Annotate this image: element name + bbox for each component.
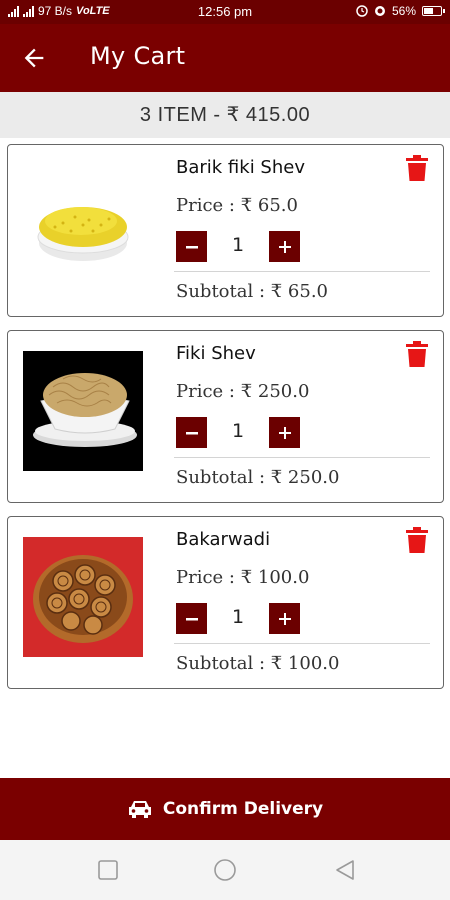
plus-icon [278, 240, 291, 253]
cart-item: Bakarwadi Price : ₹ 100.0 1 Subtotal : ₹… [7, 516, 444, 689]
product-image [23, 351, 143, 471]
product-price: Price : ₹ 250.0 [176, 381, 310, 402]
cart-item: Fiki Shev Price : ₹ 250.0 1 Subtotal : ₹… [7, 330, 444, 503]
product-price: Price : ₹ 100.0 [176, 567, 310, 588]
decrease-quantity-button[interactable] [176, 417, 207, 448]
minus-icon [185, 617, 198, 620]
divider [174, 271, 430, 272]
increase-quantity-button[interactable] [269, 603, 300, 634]
product-image [23, 165, 143, 285]
divider [174, 457, 430, 458]
trash-icon[interactable] [406, 341, 428, 367]
system-nav-bar [0, 840, 450, 900]
battery-icon [422, 6, 445, 16]
product-price: Price : ₹ 65.0 [176, 195, 298, 216]
status-right: 56% [356, 4, 445, 18]
status-bar: 97 B/s VoLTE 12:56 pm 56% [0, 0, 450, 24]
app-bar: My Cart [0, 24, 450, 92]
quantity-value: 1 [231, 420, 245, 442]
cart-item: Barik fiki Shev Price : ₹ 65.0 1 Subtota… [7, 144, 444, 317]
quantity-value: 1 [231, 234, 245, 256]
product-subtotal: Subtotal : ₹ 65.0 [176, 281, 328, 302]
home-icon[interactable] [213, 858, 237, 882]
confirm-delivery-button[interactable]: Confirm Delivery [0, 778, 450, 840]
trash-icon[interactable] [406, 155, 428, 181]
product-image [23, 537, 143, 657]
trash-icon[interactable] [406, 527, 428, 553]
confirm-delivery-label: Confirm Delivery [162, 799, 324, 819]
quantity-stepper: 1 [176, 231, 302, 263]
product-name: Barik fiki Shev [176, 157, 305, 178]
nav-back-icon[interactable] [333, 858, 357, 882]
quantity-stepper: 1 [176, 603, 302, 635]
plus-icon [278, 426, 291, 439]
plus-icon [278, 612, 291, 625]
data-saver-icon [374, 6, 385, 16]
increase-quantity-button[interactable] [269, 231, 300, 262]
page-title: My Cart [90, 42, 186, 70]
minus-icon [185, 431, 198, 434]
cart-summary: 3 ITEM - ₹ 415.00 [0, 92, 450, 138]
quantity-value: 1 [231, 606, 245, 628]
decrease-quantity-button[interactable] [176, 231, 207, 262]
quantity-stepper: 1 [176, 417, 302, 449]
cart-list: Barik fiki Shev Price : ₹ 65.0 1 Subtota… [7, 144, 444, 702]
car-icon [128, 801, 151, 818]
minus-icon [185, 245, 198, 248]
product-subtotal: Subtotal : ₹ 100.0 [176, 653, 340, 674]
alarm-icon [356, 5, 368, 17]
product-subtotal: Subtotal : ₹ 250.0 [176, 467, 340, 488]
recent-apps-icon[interactable] [96, 858, 120, 882]
product-name: Bakarwadi [176, 529, 271, 550]
increase-quantity-button[interactable] [269, 417, 300, 448]
product-name: Fiki Shev [176, 343, 256, 364]
decrease-quantity-button[interactable] [176, 603, 207, 634]
arrow-back-icon[interactable] [20, 44, 48, 72]
divider [174, 643, 430, 644]
battery-percent: 56% [391, 4, 416, 18]
